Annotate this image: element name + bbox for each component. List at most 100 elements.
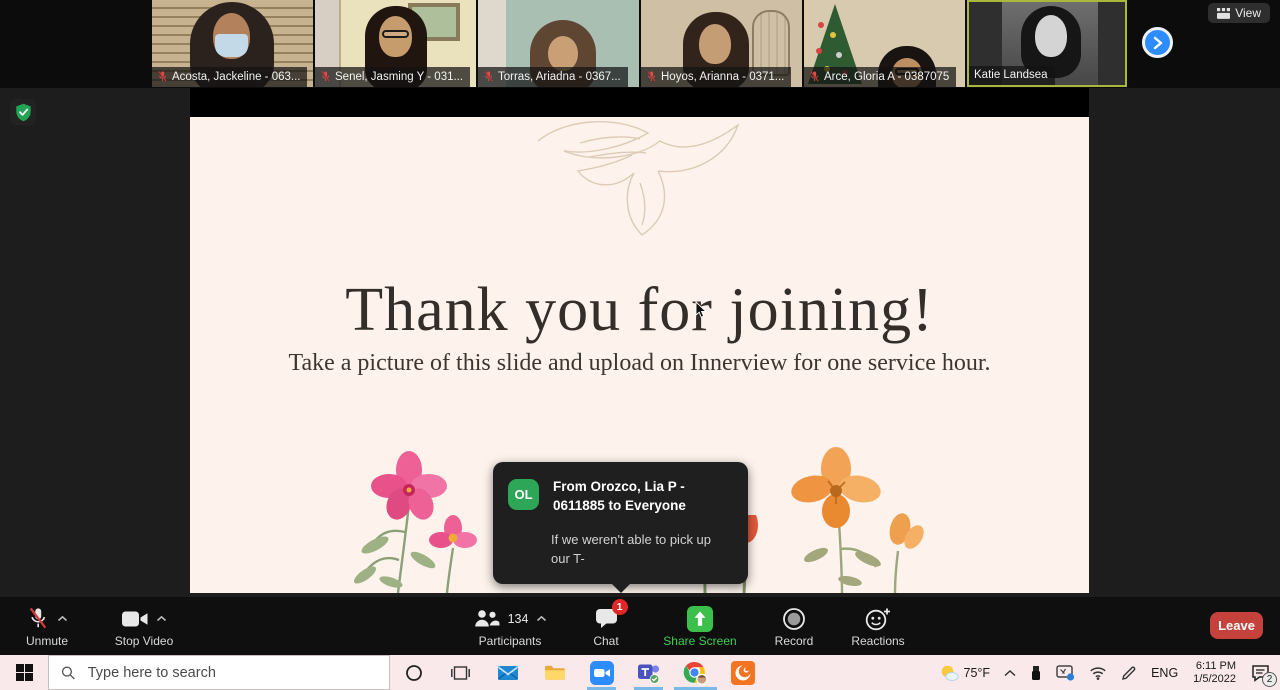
task-view-button[interactable] [437, 655, 484, 690]
participant-name-bar: Acosta, Jackeline - 063... [152, 67, 308, 87]
participant-name: Katie Landsea [974, 69, 1048, 81]
start-button[interactable] [0, 655, 48, 690]
shield-check-icon [15, 103, 31, 121]
cortana-icon [405, 664, 422, 681]
usb-icon [1032, 665, 1041, 680]
shared-screen-area: Thank you for joining! Take a picture of… [0, 88, 1280, 597]
video-tile-senel[interactable]: Senel, Jasming Y - 031... [315, 0, 476, 87]
weather-widget[interactable]: 75°F [932, 655, 998, 690]
participant-name-bar: Torras, Ariadna - 0367... [478, 67, 628, 87]
muted-mic-icon [647, 71, 656, 82]
video-gallery-strip: Acosta, Jackeline - 063... Senel, Jasmin… [0, 0, 1280, 88]
date-label: 1/5/2022 [1193, 672, 1236, 685]
participants-label: Participants [478, 633, 542, 648]
display-icon [1056, 665, 1075, 681]
cortana-button[interactable] [390, 655, 437, 690]
share-screen-button[interactable]: Share Screen [650, 597, 750, 655]
participant-name: Senel, Jasming Y - 031... [335, 70, 464, 83]
unmute-label: Unmute [25, 633, 69, 648]
crunchyroll-app-button[interactable] [719, 655, 766, 690]
participant-name: Hoyos, Arianna - 0371... [661, 70, 785, 83]
unmute-button[interactable]: Unmute [10, 597, 84, 655]
taskbar-search[interactable] [48, 655, 390, 690]
crunchyroll-icon [730, 660, 755, 685]
chevron-right-icon [1153, 36, 1162, 49]
participants-icon [474, 609, 500, 626]
video-tile-torras[interactable]: Torras, Ariadna - 0367... [478, 0, 639, 87]
display-settings-tray-icon[interactable] [1049, 655, 1082, 690]
windows-taskbar: 75°F ENG 6:11 PM 1/5/2022 2 [0, 655, 1280, 690]
video-tiles: Acosta, Jackeline - 063... Senel, Jasmin… [152, 0, 1127, 88]
wifi-tray-icon[interactable] [1082, 655, 1114, 690]
next-participants-page-button[interactable] [1142, 27, 1173, 58]
stop-video-label: Stop Video [114, 633, 174, 648]
chevron-up-icon[interactable] [57, 615, 68, 622]
taskbar-clock[interactable]: 6:11 PM 1/5/2022 [1185, 660, 1244, 686]
zoom-app-button[interactable] [578, 655, 625, 690]
chat-sender-avatar: OL [508, 479, 539, 510]
weather-temp: 75°F [963, 665, 991, 680]
action-center-button[interactable]: 2 [1244, 655, 1278, 690]
video-tile-acosta[interactable]: Acosta, Jackeline - 063... [152, 0, 313, 87]
record-button[interactable]: Record [762, 597, 826, 655]
system-tray: 75°F ENG 6:11 PM 1/5/2022 2 [932, 655, 1280, 690]
chevron-up-icon [1004, 669, 1016, 676]
chevron-up-icon[interactable] [536, 615, 547, 622]
stop-video-button[interactable]: Stop Video [92, 597, 196, 655]
muted-mic-icon [321, 71, 330, 82]
zoom-app-icon [589, 660, 614, 685]
meeting-security-shield[interactable] [10, 99, 36, 125]
video-tile-arce[interactable]: Arce, Gloria A - 0387075 [804, 0, 965, 87]
search-input[interactable] [85, 663, 377, 682]
usb-device-tray-icon[interactable] [1023, 655, 1049, 690]
participants-button[interactable]: 134 Participants [458, 597, 562, 655]
file-explorer-button[interactable] [531, 655, 578, 690]
chat-label: Chat [593, 633, 619, 648]
record-icon [783, 607, 805, 630]
reactions-label: Reactions [851, 633, 905, 648]
teams-icon [637, 664, 659, 684]
windows-logo-icon [15, 664, 33, 681]
face-mask [215, 34, 248, 57]
slide-subtitle: Take a picture of this slide and upload … [288, 350, 991, 376]
chat-notification-popup[interactable]: OL From Orozco, Lia P - 0611885 to Every… [493, 462, 748, 593]
mail-app-button[interactable] [484, 655, 531, 690]
participant-name: Arce, Gloria A - 0387075 [824, 70, 950, 83]
chat-button[interactable]: 1 Chat [574, 597, 638, 655]
participant-name-bar: Senel, Jasming Y - 031... [315, 67, 471, 87]
leave-meeting-button[interactable]: Leave [1210, 612, 1263, 639]
participant-silhouette [1035, 15, 1067, 57]
muted-mic-icon [29, 607, 46, 629]
record-label: Record [774, 633, 814, 648]
christmas-ornaments [818, 22, 824, 28]
chat-message-preview: If we weren't able to pick up our T- [551, 532, 712, 566]
pen-tray-icon[interactable] [1114, 655, 1144, 690]
zoom-meeting-toolbar: Unmute Stop Video 134 Participants 1 Cha… [0, 597, 1280, 655]
participant-name: Torras, Ariadna - 0367... [498, 70, 621, 83]
chrome-app-button[interactable] [672, 655, 719, 690]
show-hidden-icons-button[interactable] [997, 655, 1023, 690]
glasses [382, 30, 409, 38]
participant-name-bar: Arce, Gloria A - 0387075 [804, 67, 957, 87]
video-tile-katie-active-speaker[interactable]: Katie Landsea [967, 0, 1127, 87]
view-button[interactable]: View [1208, 3, 1270, 23]
reactions-button[interactable]: Reactions [838, 597, 918, 655]
participant-silhouette [548, 36, 578, 71]
folder-icon [544, 665, 565, 680]
chat-sender-header: From Orozco, Lia P - 0611885 to Everyone [553, 479, 686, 513]
reactions-smiley-icon [865, 608, 890, 630]
letterbox-strip [190, 88, 1089, 117]
chat-unread-badge: 1 [611, 598, 628, 615]
gallery-grid-icon [1217, 7, 1231, 19]
video-camera-icon [121, 611, 147, 626]
chevron-up-icon[interactable] [156, 615, 167, 622]
search-icon [61, 666, 75, 679]
muted-mic-icon [810, 71, 819, 82]
view-button-label: View [1235, 6, 1261, 20]
video-tile-hoyos[interactable]: Hoyos, Arianna - 0371... [641, 0, 802, 87]
weather-sun-icon [941, 665, 959, 681]
language-indicator[interactable]: ENG [1144, 655, 1185, 690]
sketched-flower-decor [537, 120, 740, 236]
task-view-icon [451, 665, 470, 680]
teams-app-button[interactable] [625, 655, 672, 690]
